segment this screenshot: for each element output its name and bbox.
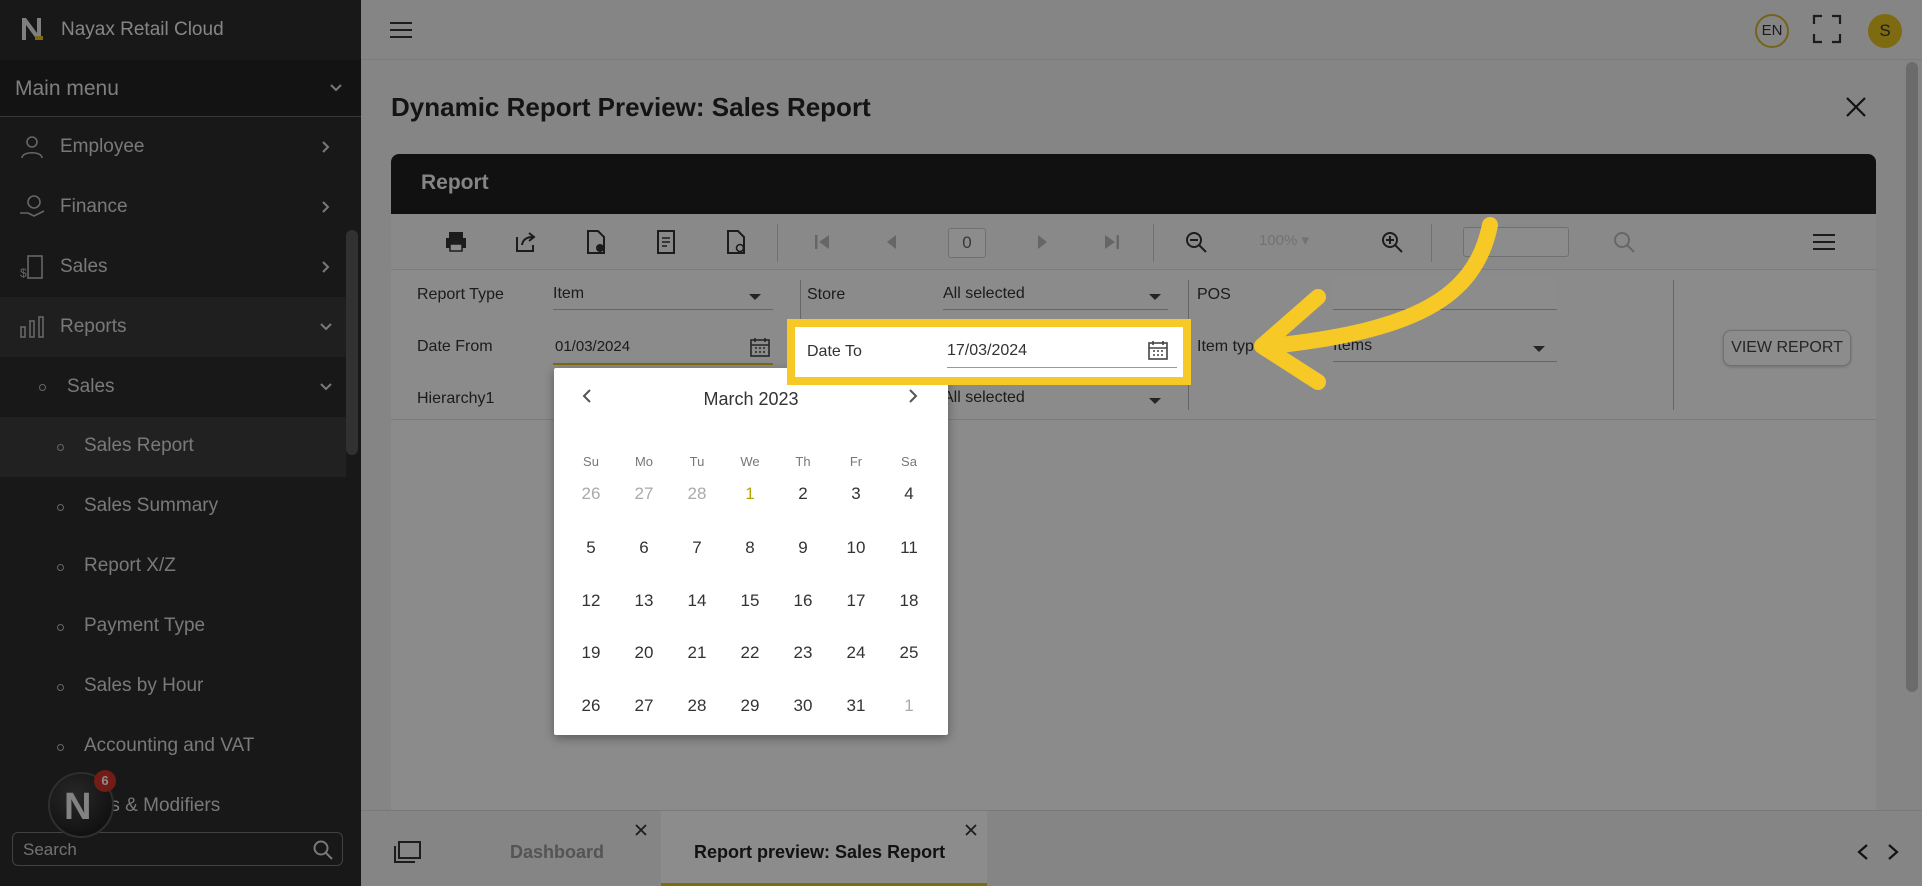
date-to-highlight: Date To 17/03/2024 [787, 319, 1191, 385]
weekday-label: Sa [901, 454, 917, 469]
date-to-input[interactable]: 17/03/2024 [947, 342, 1027, 360]
field-underline [947, 367, 1177, 368]
calendar-day[interactable]: 20 [624, 638, 664, 668]
calendar-day[interactable]: 21 [677, 638, 717, 668]
calendar-day[interactable]: 6 [624, 533, 664, 563]
calendar-day[interactable]: 26 [571, 479, 611, 509]
weekday-label: Tu [689, 454, 705, 469]
calendar-day[interactable]: 18 [889, 586, 929, 616]
calendar-day[interactable]: 28 [677, 479, 717, 509]
calendar-month-title[interactable]: March 2023 [554, 389, 948, 410]
weekday-label: Mo [634, 454, 654, 469]
calendar-day[interactable]: 13 [624, 586, 664, 616]
calendar-day[interactable]: 25 [889, 638, 929, 668]
calendar-day[interactable]: 4 [889, 479, 929, 509]
weekday-label: Su [583, 454, 599, 469]
calendar-day[interactable]: 12 [571, 586, 611, 616]
calendar-day[interactable]: 30 [783, 691, 823, 721]
calendar-day[interactable]: 3 [836, 479, 876, 509]
weekday-label: We [740, 454, 760, 469]
annotation-arrow-icon [1254, 217, 1498, 390]
calendar-day[interactable]: 16 [783, 586, 823, 616]
calendar-day[interactable]: 15 [730, 586, 770, 616]
calendar-day[interactable]: 9 [783, 533, 823, 563]
calendar-day[interactable]: 23 [783, 638, 823, 668]
calendar-icon[interactable] [1147, 339, 1169, 361]
calendar-day[interactable]: 31 [836, 691, 876, 721]
calendar-day[interactable]: 19 [571, 638, 611, 668]
calendar-day[interactable]: 28 [677, 691, 717, 721]
calendar-day[interactable]: 11 [889, 533, 929, 563]
calendar-day[interactable]: 7 [677, 533, 717, 563]
weekday-label: Fr [849, 454, 863, 469]
calendar-day[interactable]: 26 [571, 691, 611, 721]
calendar-day[interactable]: 27 [624, 691, 664, 721]
calendar-day[interactable]: 1 [889, 691, 929, 721]
date-picker: March 2023 Su Mo Tu We Th Fr Sa 26 27 28 1 2 3 4 5 6 7 8 9… [554, 368, 948, 735]
weekday-label: Th [795, 454, 811, 469]
calendar-day[interactable]: 2 [783, 479, 823, 509]
calendar-day[interactable]: 14 [677, 586, 717, 616]
chevron-right-icon[interactable] [906, 388, 920, 404]
modal-overlay[interactable] [0, 0, 1922, 886]
calendar-day[interactable]: 27 [624, 479, 664, 509]
date-to-label: Date To [807, 343, 862, 360]
calendar-day[interactable]: 1 [730, 479, 770, 509]
calendar-day[interactable]: 8 [730, 533, 770, 563]
calendar-day[interactable]: 22 [730, 638, 770, 668]
calendar-day[interactable]: 29 [730, 691, 770, 721]
calendar-day[interactable]: 17 [836, 586, 876, 616]
calendar-day[interactable]: 10 [836, 533, 876, 563]
calendar-day[interactable]: 5 [571, 533, 611, 563]
calendar-day[interactable]: 24 [836, 638, 876, 668]
